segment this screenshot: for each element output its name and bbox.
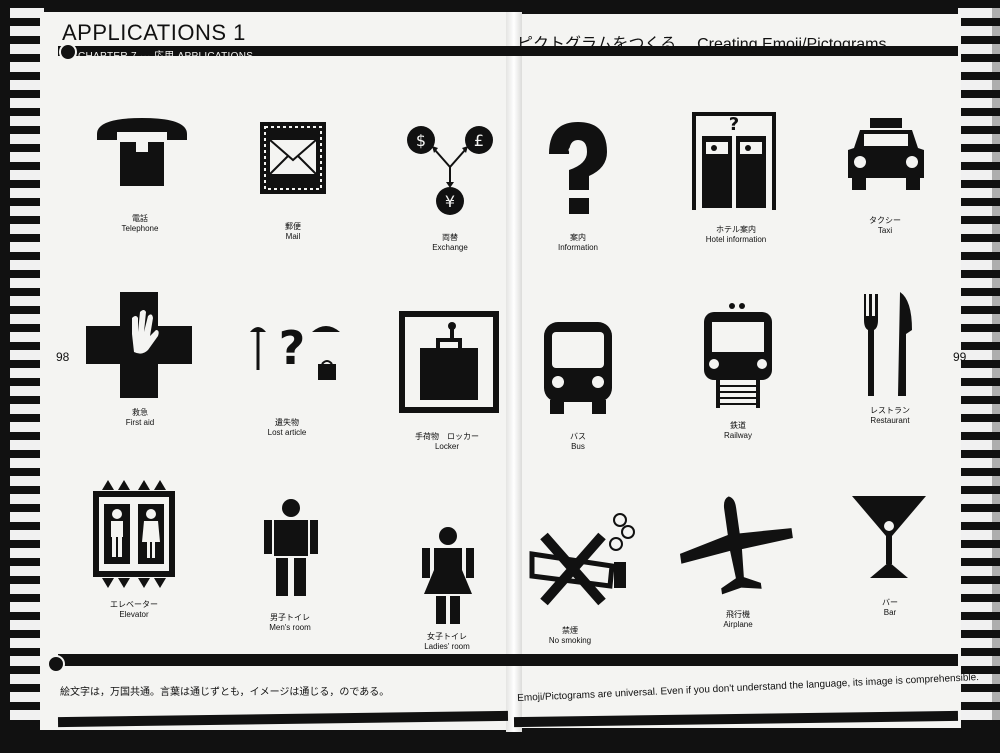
lost-article-icon: ? (250, 321, 340, 380)
telephone-icon (97, 118, 187, 186)
footer-bullet-icon (47, 655, 65, 673)
caption-mens-room: 男子トイレ Men's room (269, 613, 311, 632)
railway-icon (704, 303, 772, 408)
svg-text:£: £ (474, 131, 484, 150)
right-title-japanese: ピクトグラムをつくる (517, 36, 677, 53)
exchange-icon: $ £ ¥ (407, 126, 493, 215)
caption-restaurant: レストラン Restaurant (870, 406, 910, 425)
locker-icon (399, 311, 499, 413)
svg-text:?: ? (279, 321, 306, 375)
page-title: APPLICATIONS 1 (62, 20, 246, 45)
caption-lost-article: 遺失物 Lost article (267, 418, 307, 437)
bus-icon (544, 322, 612, 414)
taxi-icon (848, 118, 924, 190)
caption-railway: 鉄道 Railway (723, 421, 752, 440)
caption-locker: 手荷物 ロッカー Locker (415, 432, 479, 451)
chapter-label: CHAPTER 7 ··· 応用 APPLICATIONS (78, 51, 254, 62)
caption-exchange: 両替 Exchange (432, 233, 468, 252)
information-icon (549, 122, 607, 214)
caption-telephone: 電話 Telephone (121, 214, 159, 233)
caption-no-smoking: 禁煙 No smoking (548, 626, 592, 645)
svg-text:¥: ¥ (445, 192, 455, 211)
caption-ladies-room: 女子トイレ Ladies' room (424, 632, 470, 651)
left-binding-strip (10, 8, 44, 728)
no-smoking-icon (529, 513, 635, 606)
footer-text-japanese: 絵文字は，万国共通。言葉は通じずとも，イメージは通じる，のである。 (60, 687, 390, 698)
hotel-information-icon: ? (692, 112, 776, 210)
caption-taxi: タクシー Taxi (869, 216, 901, 235)
svg-text:?: ? (729, 114, 739, 135)
caption-bus: バス Bus (570, 432, 586, 451)
mail-icon (260, 122, 326, 194)
book-gutter (506, 12, 522, 732)
svg-text:$: $ (416, 131, 426, 150)
mens-room-icon (264, 499, 318, 596)
caption-mail: 郵便 Mail (285, 222, 301, 241)
footer-bar (58, 654, 958, 666)
page-number-right: 99 (953, 350, 967, 364)
ladies-room-icon (422, 527, 474, 624)
first-aid-icon (86, 292, 192, 398)
caption-airplane: 飛行機 Airplane (723, 610, 753, 629)
caption-information: 案内 Information (557, 233, 599, 252)
page-number-left: 98 (56, 350, 70, 364)
right-title-english: Creating Emoji/Pictograms (697, 36, 887, 53)
bar-icon (852, 496, 926, 578)
restaurant-icon (864, 292, 912, 396)
caption-elevator: エレベーター Elevator (110, 600, 158, 619)
next-page-edge (984, 8, 1000, 728)
airplane-icon (679, 496, 793, 595)
elevator-icon (93, 480, 175, 588)
caption-hotel-information: ホテル案内 Hotel information (705, 225, 767, 244)
header-bullet-icon (59, 43, 77, 61)
right-page-title: ピクトグラムをつくる Creating Emoji/Pictograms (517, 30, 887, 54)
caption-bar: バー Bar (882, 598, 898, 617)
caption-first-aid: 救急 First aid (125, 408, 155, 427)
